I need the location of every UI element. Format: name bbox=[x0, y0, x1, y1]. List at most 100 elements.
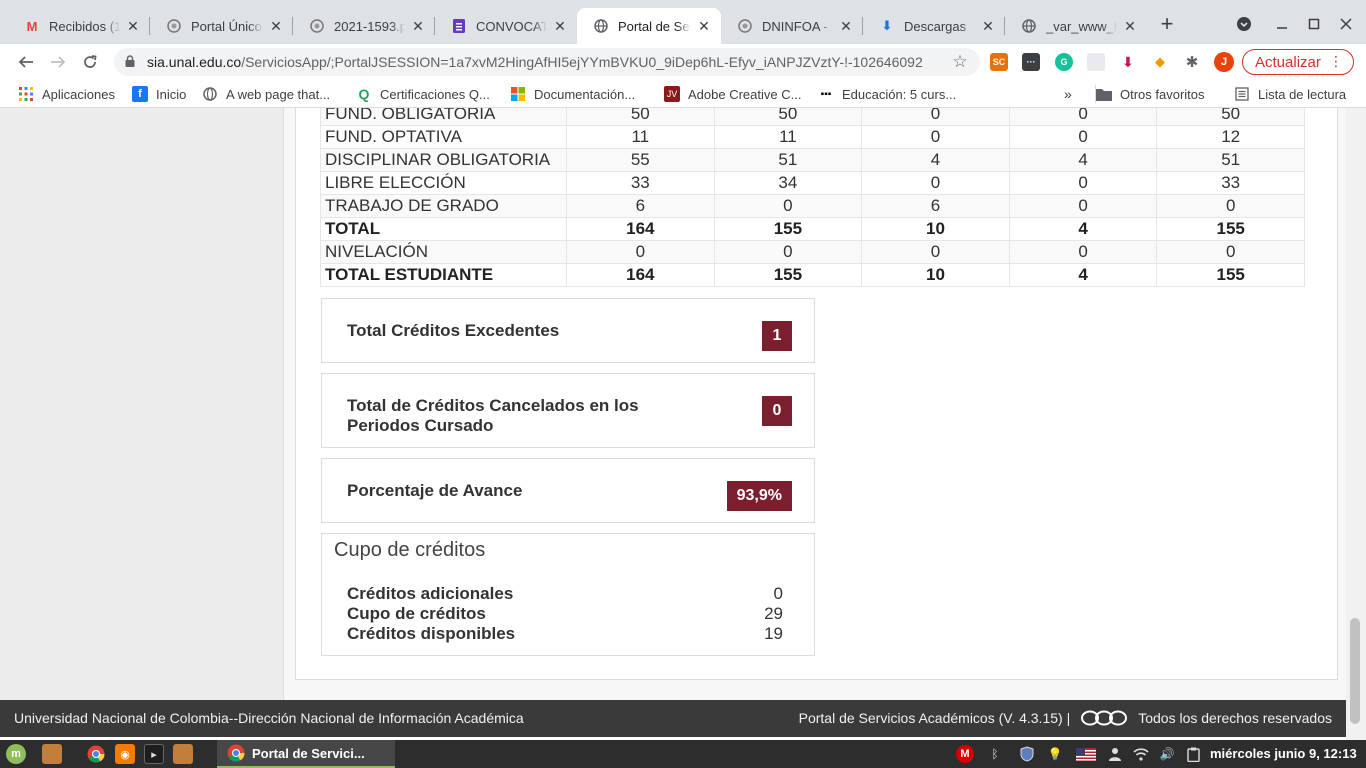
close-tab-icon[interactable]: ✕ bbox=[979, 17, 997, 35]
menu-dots-icon[interactable]: ⋮ bbox=[1329, 53, 1343, 70]
tab-gmail[interactable]: M Recibidos (13 ✕ bbox=[8, 8, 150, 44]
bluetooth-icon[interactable]: ᛒ bbox=[986, 745, 1004, 763]
minimize-icon[interactable] bbox=[1270, 12, 1294, 36]
shield-icon[interactable] bbox=[1018, 745, 1036, 763]
cell-value: 10 bbox=[861, 263, 1010, 287]
cell-value: 0 bbox=[861, 240, 1010, 264]
footer-right: Portal de Servicios Académicos (V. 4.3.1… bbox=[799, 710, 1332, 726]
cell-value: 4 bbox=[861, 148, 1010, 172]
close-tab-icon[interactable]: ✕ bbox=[837, 17, 855, 35]
tab-var-www[interactable]: _var_www_ht ✕ bbox=[1005, 8, 1147, 44]
bookmark-aplicaciones[interactable]: Aplicaciones bbox=[18, 85, 115, 103]
footer-institution: Universidad Nacional de Colombia--Direcc… bbox=[14, 710, 524, 726]
bookmark-educacion[interactable]: ▪▪▪ Educación: 5 curs... bbox=[818, 85, 957, 103]
cell-value: 155 bbox=[1156, 263, 1305, 287]
terminal-icon[interactable]: ▸ bbox=[144, 744, 164, 764]
bookmark-star-icon[interactable]: ☆ bbox=[948, 52, 972, 72]
bookmark-certificaciones[interactable]: Q Certificaciones Q... bbox=[356, 85, 490, 103]
tab-title: Recibidos (13 bbox=[49, 18, 120, 34]
clock[interactable]: miércoles junio 9, 12:13 bbox=[1210, 746, 1357, 761]
reading-list-button[interactable]: Lista de lectura bbox=[1234, 85, 1346, 103]
mint-menu-icon[interactable]: m bbox=[6, 744, 26, 764]
tab-pdf[interactable]: 2021-1593.pd ✕ bbox=[293, 8, 435, 44]
user-icon[interactable] bbox=[1106, 745, 1124, 763]
close-window-icon[interactable] bbox=[1334, 12, 1358, 36]
qualtrics-icon: Q bbox=[358, 86, 370, 102]
new-tab-button[interactable]: + bbox=[1156, 13, 1178, 36]
tab-title: Descargas bbox=[904, 18, 967, 34]
excedentes-label: Total Créditos Excedentes bbox=[347, 321, 560, 340]
more-bookmarks-chevron-icon[interactable]: » bbox=[1064, 85, 1072, 103]
bookmark-label: Documentación... bbox=[534, 86, 636, 102]
chrome-icon bbox=[227, 744, 245, 762]
table-row: DISCIPLINAR OBLIGATORIA 55 51 4 4 51 bbox=[320, 148, 1305, 172]
bookmark-inicio[interactable]: f Inicio bbox=[132, 85, 186, 103]
close-tab-icon[interactable]: ✕ bbox=[124, 17, 142, 35]
cell-value: 155 bbox=[713, 217, 863, 241]
close-tab-icon[interactable]: ✕ bbox=[409, 17, 427, 35]
tab-convocatoria[interactable]: CONVOCATO ✕ bbox=[435, 8, 577, 44]
cupo-row-value: 0 bbox=[773, 584, 783, 603]
tab-portal-unico[interactable]: Portal Único ✕ bbox=[150, 8, 293, 44]
extensions-puzzle-icon[interactable]: ✱ bbox=[1183, 53, 1201, 71]
taskbar-window-chrome[interactable]: Portal de Servici... bbox=[217, 740, 395, 768]
keyboard-layout-flag-icon[interactable] bbox=[1075, 745, 1097, 763]
ext-blank-icon[interactable] bbox=[1087, 53, 1105, 71]
cell-value: 164 bbox=[566, 263, 715, 287]
clipboard-icon[interactable] bbox=[1184, 745, 1202, 763]
unal-seal-icon bbox=[309, 18, 325, 34]
reload-icon[interactable] bbox=[76, 48, 104, 76]
table-row: TRABAJO DE GRADO 6 0 6 0 0 bbox=[320, 194, 1305, 218]
grammarly-icon[interactable]: G bbox=[1055, 53, 1073, 71]
cell-value: 4 bbox=[1008, 217, 1158, 241]
update-button[interactable]: Actualizar ⋮ bbox=[1242, 49, 1354, 75]
cell-value: 0 bbox=[713, 194, 863, 218]
maximize-icon[interactable] bbox=[1302, 12, 1326, 36]
folder-icon[interactable] bbox=[173, 744, 193, 764]
bookmark-web-page[interactable]: A web page that... bbox=[202, 85, 330, 103]
table-row-total-estudiante: TOTAL ESTUDIANTE 164 155 10 4 155 bbox=[320, 263, 1305, 287]
tab-portal-servicios[interactable]: Portal de Ser ✕ bbox=[577, 8, 721, 44]
table-row: NIVELACIÓN 0 0 0 0 0 bbox=[320, 240, 1305, 264]
ext-dots-icon[interactable]: ··· bbox=[1022, 53, 1040, 71]
tab-descargas[interactable]: ⬇ Descargas ✕ bbox=[863, 8, 1005, 44]
table-row: LIBRE ELECCIÓN 33 34 0 0 33 bbox=[320, 171, 1305, 195]
page-scrollbar[interactable] bbox=[1346, 108, 1366, 740]
bookmark-adobe[interactable]: JV Adobe Creative C... bbox=[664, 85, 801, 103]
scrollbar-thumb[interactable] bbox=[1350, 618, 1360, 724]
row-label: LIBRE ELECCIÓN bbox=[320, 171, 567, 195]
ext-sc-icon[interactable]: SC bbox=[990, 53, 1008, 71]
lock-icon[interactable] bbox=[125, 54, 137, 70]
volume-icon[interactable]: 🔊 bbox=[1158, 745, 1176, 763]
cell-value: 0 bbox=[1008, 108, 1158, 126]
mega-icon[interactable]: M bbox=[956, 745, 974, 763]
table-row: FUND. OPTATIVA 11 11 0 0 12 bbox=[320, 125, 1305, 149]
ext-fish-icon[interactable]: ◆ bbox=[1151, 53, 1169, 71]
tab-search-icon[interactable] bbox=[1232, 12, 1256, 36]
forward-arrow-icon[interactable] bbox=[44, 48, 72, 76]
bookmark-documentacion[interactable]: Documentación... bbox=[510, 85, 635, 103]
microsoft-icon bbox=[510, 86, 526, 102]
footer-version: Portal de Servicios Académicos (V. 4.3.1… bbox=[798, 710, 1071, 726]
taskbar-window-title: Portal de Servici... bbox=[252, 745, 365, 761]
ext-download-icon[interactable]: ⬇ bbox=[1119, 53, 1137, 71]
files-icon[interactable] bbox=[42, 744, 62, 764]
tab-dninfoa[interactable]: DNINFOA - U ✕ bbox=[721, 8, 863, 44]
lightbulb-icon[interactable]: 💡 bbox=[1046, 745, 1064, 763]
cell-value: 0 bbox=[1008, 125, 1158, 149]
cell-value: 155 bbox=[1156, 217, 1305, 241]
close-tab-icon[interactable]: ✕ bbox=[1121, 17, 1139, 35]
bookmark-label: Lista de lectura bbox=[1258, 86, 1347, 102]
back-arrow-icon[interactable] bbox=[12, 48, 40, 76]
chrome-icon[interactable] bbox=[86, 744, 106, 764]
cancelados-badge: 0 bbox=[762, 396, 792, 426]
close-tab-icon[interactable]: ✕ bbox=[551, 17, 569, 35]
wifi-icon[interactable] bbox=[1132, 745, 1150, 763]
profile-avatar[interactable]: J bbox=[1214, 52, 1234, 72]
address-bar[interactable]: sia.unal.edu.co/ServiciosApp/;PortalJSES… bbox=[114, 48, 980, 76]
other-bookmarks-folder[interactable]: Otros favoritos bbox=[1095, 85, 1205, 103]
close-tab-icon[interactable]: ✕ bbox=[695, 17, 713, 35]
page-viewport: FUND. OBLIGATORIA 50 50 0 0 50 FUND. OPT… bbox=[0, 108, 1346, 700]
firefox-icon[interactable]: ◉ bbox=[115, 744, 135, 764]
close-tab-icon[interactable]: ✕ bbox=[267, 17, 285, 35]
